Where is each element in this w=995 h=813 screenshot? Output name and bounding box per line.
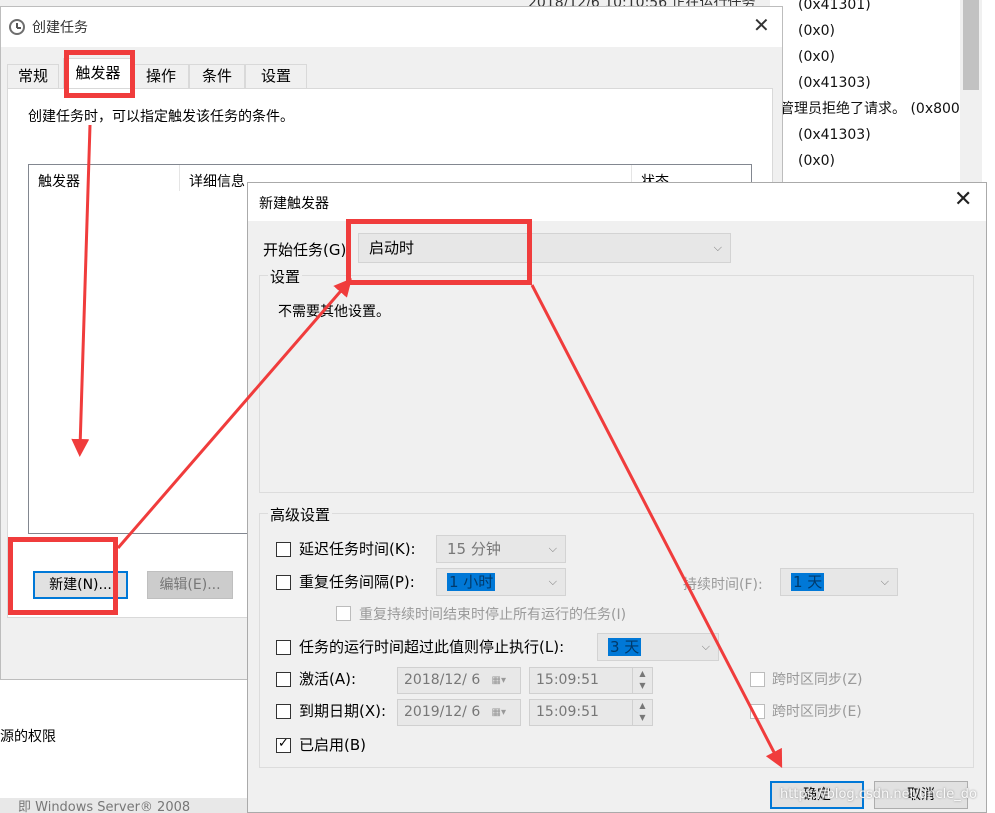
column-trigger[interactable]: 触发器 bbox=[38, 171, 80, 191]
annotation-box-triggers-tab bbox=[64, 50, 135, 98]
settings-group: 设置 不需要其他设置。 bbox=[259, 266, 974, 493]
close-icon[interactable]: ✕ bbox=[954, 187, 972, 212]
activate-time: 15:09:51 bbox=[536, 672, 599, 688]
stop-long-label: 任务的运行时间超过此值则停止执行(L): bbox=[299, 638, 565, 656]
history-scrollbar[interactable] bbox=[960, 0, 982, 182]
close-icon[interactable]: ✕ bbox=[753, 13, 770, 37]
tab-settings[interactable]: 设置 bbox=[245, 64, 307, 89]
scrollbar-thumb[interactable] bbox=[963, 0, 979, 90]
repeat-checkbox[interactable] bbox=[276, 575, 291, 590]
expire-label: 到期日期(X): bbox=[299, 702, 387, 720]
delay-value: 15 分钟 bbox=[447, 540, 501, 558]
repeat-label: 重复任务间隔(P): bbox=[299, 573, 415, 591]
history-row: (0x41303) bbox=[798, 75, 871, 91]
spin-down-icon[interactable]: ▼ bbox=[633, 712, 652, 724]
tab-general[interactable]: 常规 bbox=[7, 64, 59, 89]
tab-conditions[interactable]: 条件 bbox=[189, 64, 245, 89]
begin-task-label: 开始任务(G): bbox=[263, 241, 352, 259]
history-row: (0x41301) bbox=[798, 0, 871, 13]
duration-label: 持续时间(F): bbox=[683, 577, 763, 593]
stop-all-checkbox[interactable] bbox=[336, 606, 351, 621]
sync-z-checkbox[interactable] bbox=[750, 672, 765, 687]
expire-time-field[interactable]: 15:09:51 ▲ ▼ bbox=[529, 699, 653, 726]
activate-checkbox[interactable] bbox=[276, 672, 291, 687]
history-row: (0x0) bbox=[798, 23, 836, 39]
stop-all-label: 重复持续时间结束时停止所有运行的任务(I) bbox=[359, 607, 627, 623]
advanced-settings-group: 高级设置 延迟任务时间(K): 15 分钟 ⌵ 重复任务间隔(P): 1 小时 … bbox=[259, 504, 974, 768]
history-row: (0x41303) bbox=[798, 127, 871, 143]
history-row: (0x0) bbox=[798, 49, 836, 65]
history-row: 管理员拒绝了请求。 (0x800 bbox=[780, 101, 960, 117]
delay-checkbox[interactable] bbox=[276, 542, 291, 557]
sync-e-checkbox[interactable] bbox=[750, 704, 765, 719]
settings-text: 不需要其他设置。 bbox=[278, 304, 390, 320]
expire-checkbox[interactable] bbox=[276, 704, 291, 719]
enabled-label: 已启用(B) bbox=[299, 736, 366, 754]
expire-date-field[interactable]: 2019/12/ 6 ▦▾ bbox=[397, 699, 521, 726]
annotation-box-begin-task bbox=[346, 219, 532, 285]
stop-long-value: 3 天 bbox=[608, 638, 642, 656]
time-spinner[interactable]: ▲ ▼ bbox=[632, 668, 652, 693]
activate-time-field[interactable]: 15:09:51 ▲ ▼ bbox=[529, 667, 653, 694]
calendar-icon[interactable]: ▦▾ bbox=[492, 668, 506, 693]
tab-actions[interactable]: 操作 bbox=[133, 64, 189, 89]
expire-time: 15:09:51 bbox=[536, 704, 599, 720]
history-row: (0x0) bbox=[798, 153, 836, 169]
chevron-down-icon: ⌵ bbox=[548, 575, 557, 588]
enabled-checkbox[interactable] bbox=[276, 736, 291, 753]
sync-z-label: 跨时区同步(Z) bbox=[772, 672, 863, 688]
title-bar: 创建任务 ✕ bbox=[1, 7, 782, 47]
delay-select[interactable]: 15 分钟 ⌵ bbox=[436, 535, 566, 563]
stop-long-select[interactable]: 3 天 ⌵ bbox=[597, 633, 719, 661]
triggers-description: 创建任务时，可以指定触发该任务的条件。 bbox=[28, 109, 294, 125]
permission-text: 源的权限 bbox=[0, 729, 56, 745]
spin-down-icon[interactable]: ▼ bbox=[633, 680, 652, 692]
duration-select[interactable]: 1 天 ⌵ bbox=[780, 568, 898, 596]
chevron-down-icon: ⌵ bbox=[713, 241, 722, 254]
chevron-down-icon: ⌵ bbox=[701, 640, 710, 653]
dialog-title: 新建触发器 bbox=[259, 196, 329, 212]
settings-group-title: 设置 bbox=[268, 266, 303, 287]
annotation-box-new-button bbox=[8, 537, 118, 615]
expire-date: 2019/12/ 6 bbox=[404, 704, 481, 720]
duration-value: 1 天 bbox=[791, 573, 825, 591]
chevron-down-icon: ⌵ bbox=[548, 542, 557, 555]
background-panel: 源的权限 bbox=[0, 680, 250, 813]
delay-label: 延迟任务时间(K): bbox=[299, 540, 416, 558]
edit-trigger-button[interactable]: 编辑(E)... bbox=[147, 571, 233, 599]
repeat-value: 1 小时 bbox=[447, 573, 496, 591]
activate-date: 2018/12/ 6 bbox=[404, 672, 481, 688]
chevron-down-icon: ⌵ bbox=[880, 575, 889, 588]
spin-up-icon[interactable]: ▲ bbox=[633, 668, 652, 680]
time-spinner[interactable]: ▲ ▼ bbox=[632, 700, 652, 725]
column-details[interactable]: 详细信息 bbox=[189, 171, 245, 191]
window-title: 创建任务 bbox=[32, 20, 88, 36]
spin-up-icon[interactable]: ▲ bbox=[633, 700, 652, 712]
calendar-icon[interactable]: ▦▾ bbox=[492, 700, 506, 725]
watermark: https://blog.csdn.net/uncle_do bbox=[780, 787, 977, 802]
dialog-title-bar: 新建触发器 ✕ bbox=[248, 183, 986, 221]
sync-e-label: 跨时区同步(E) bbox=[772, 704, 862, 720]
column-divider bbox=[179, 165, 180, 191]
stop-long-checkbox[interactable] bbox=[276, 640, 291, 655]
activate-date-field[interactable]: 2018/12/ 6 ▦▾ bbox=[397, 667, 521, 694]
status-bar: 即 Windows Server® 2008 bbox=[0, 798, 250, 813]
repeat-select[interactable]: 1 小时 ⌵ bbox=[436, 568, 566, 596]
activate-label: 激活(A): bbox=[299, 670, 357, 688]
clock-icon bbox=[9, 19, 25, 35]
advanced-settings-title: 高级设置 bbox=[268, 504, 333, 525]
